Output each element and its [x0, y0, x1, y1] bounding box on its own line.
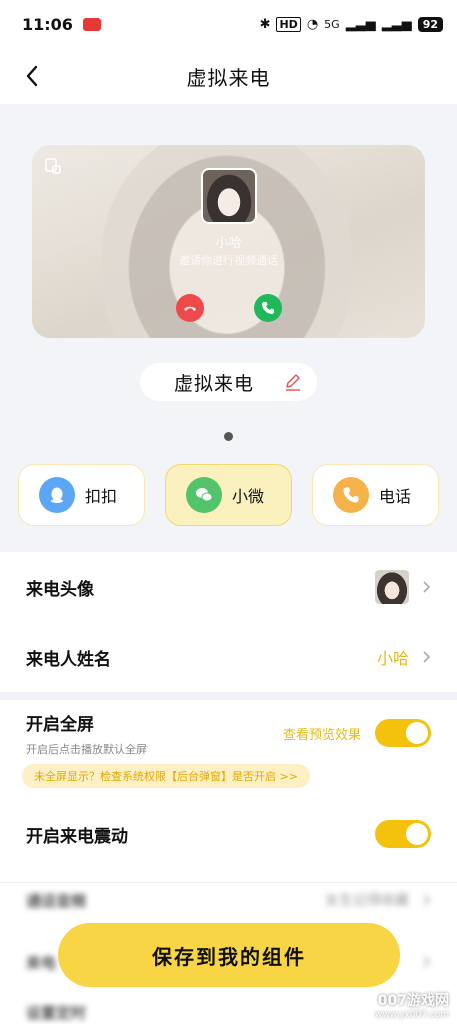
permission-hint[interactable]: 未全屏显示？检查系统权限【后台弹窗】是否开启 >> — [22, 764, 310, 788]
hd-icon: HD — [276, 16, 301, 32]
preview-effect-link[interactable]: 查看预览效果 — [283, 724, 361, 743]
back-button[interactable] — [18, 62, 46, 90]
fullscreen-toggle[interactable] — [375, 719, 431, 747]
app-option-qq[interactable]: 扣扣 — [18, 464, 145, 526]
settings-row-7-label: 来电 — [26, 953, 57, 972]
save-button[interactable]: 保存到我的组件 — [58, 923, 400, 987]
timer-label: 设置定时 — [26, 1003, 87, 1022]
app-option-phone[interactable]: 电话 — [312, 464, 439, 526]
chevron-right-icon — [423, 651, 431, 663]
status-time: 11:06 — [22, 14, 73, 34]
signal-icon-2: ▂▃▅ — [381, 16, 412, 32]
battery-icon: 92 — [417, 16, 443, 32]
ringtone-row[interactable]: 通话音频 女生记得收藏 — [0, 880, 457, 920]
decline-button[interactable] — [176, 294, 204, 322]
fullscreen-sub-label: 开启后点击播放默认全屏 — [26, 742, 147, 756]
chevron-right-icon — [423, 894, 431, 906]
status-icons: ✱ HD ◔ 5G ▂▃▅ ▂▃▅ 92 — [259, 16, 443, 32]
bluetooth-icon: ✱ — [259, 16, 271, 32]
notification-app-icon — [82, 17, 101, 31]
app-label-phone: 电话 — [379, 487, 412, 506]
ringtone-value: 女生记得收藏 — [325, 893, 409, 909]
phone-icon — [262, 302, 274, 314]
accept-button[interactable] — [254, 294, 282, 322]
fullscreen-row: 开启全屏 开启后点击播放默认全屏 查看预览效果 — [0, 708, 457, 758]
ringtone-label: 通话音频 — [26, 891, 87, 910]
fullscreen-label: 开启全屏 — [26, 714, 94, 735]
widget-name-field[interactable]: 虚拟来电 — [140, 363, 317, 401]
wifi-icon: ◔ — [306, 16, 319, 32]
vibrate-label: 开启来电震动 — [26, 826, 128, 847]
app-option-wechat[interactable]: 小微 — [165, 464, 292, 526]
watermark-url: www.yx007.com — [374, 1010, 449, 1020]
preview-avatar — [201, 168, 257, 224]
preview-subtitle: 邀请你进行视频通话 — [179, 254, 278, 267]
switch-screen-icon[interactable] — [44, 157, 62, 175]
page-indicator — [224, 432, 233, 441]
chevron-left-icon — [26, 65, 38, 87]
network-label: 5G — [324, 17, 340, 31]
chevron-right-icon — [423, 956, 431, 968]
phone-icon — [333, 477, 369, 513]
status-bar: 11:06 ✱ HD ◔ 5G ▂▃▅ ▂▃▅ 92 — [0, 0, 457, 48]
avatar-row-label: 来电头像 — [26, 579, 94, 600]
hangup-icon — [184, 306, 196, 311]
caller-name-value: 小哈 — [376, 649, 409, 668]
watermark: 007游戏网 www.yx007.com — [375, 990, 449, 1020]
caller-name-row[interactable]: 来电人姓名 小哈 — [0, 622, 457, 692]
wechat-icon — [186, 477, 222, 513]
app-label-wechat: 小微 — [232, 487, 265, 506]
page-title: 虚拟来电 — [186, 65, 271, 90]
widget-name-text: 虚拟来电 — [174, 372, 255, 395]
nav-bar: 虚拟来电 — [0, 48, 457, 104]
vibrate-toggle[interactable] — [375, 820, 431, 848]
avatar-row[interactable]: 来电头像 — [0, 552, 457, 622]
caller-name-label: 来电人姓名 — [26, 649, 111, 670]
watermark-title: 007游戏网 — [377, 993, 449, 1009]
signal-icon: ▂▃▅ — [345, 16, 376, 32]
edit-icon[interactable] — [283, 372, 303, 392]
preview-caller-name: 小哈 — [215, 236, 242, 251]
vibrate-row: 开启来电震动 — [0, 806, 457, 862]
chevron-right-icon — [423, 581, 431, 593]
qq-icon — [39, 477, 75, 513]
avatar — [375, 570, 409, 604]
app-label-qq: 扣扣 — [85, 487, 118, 506]
